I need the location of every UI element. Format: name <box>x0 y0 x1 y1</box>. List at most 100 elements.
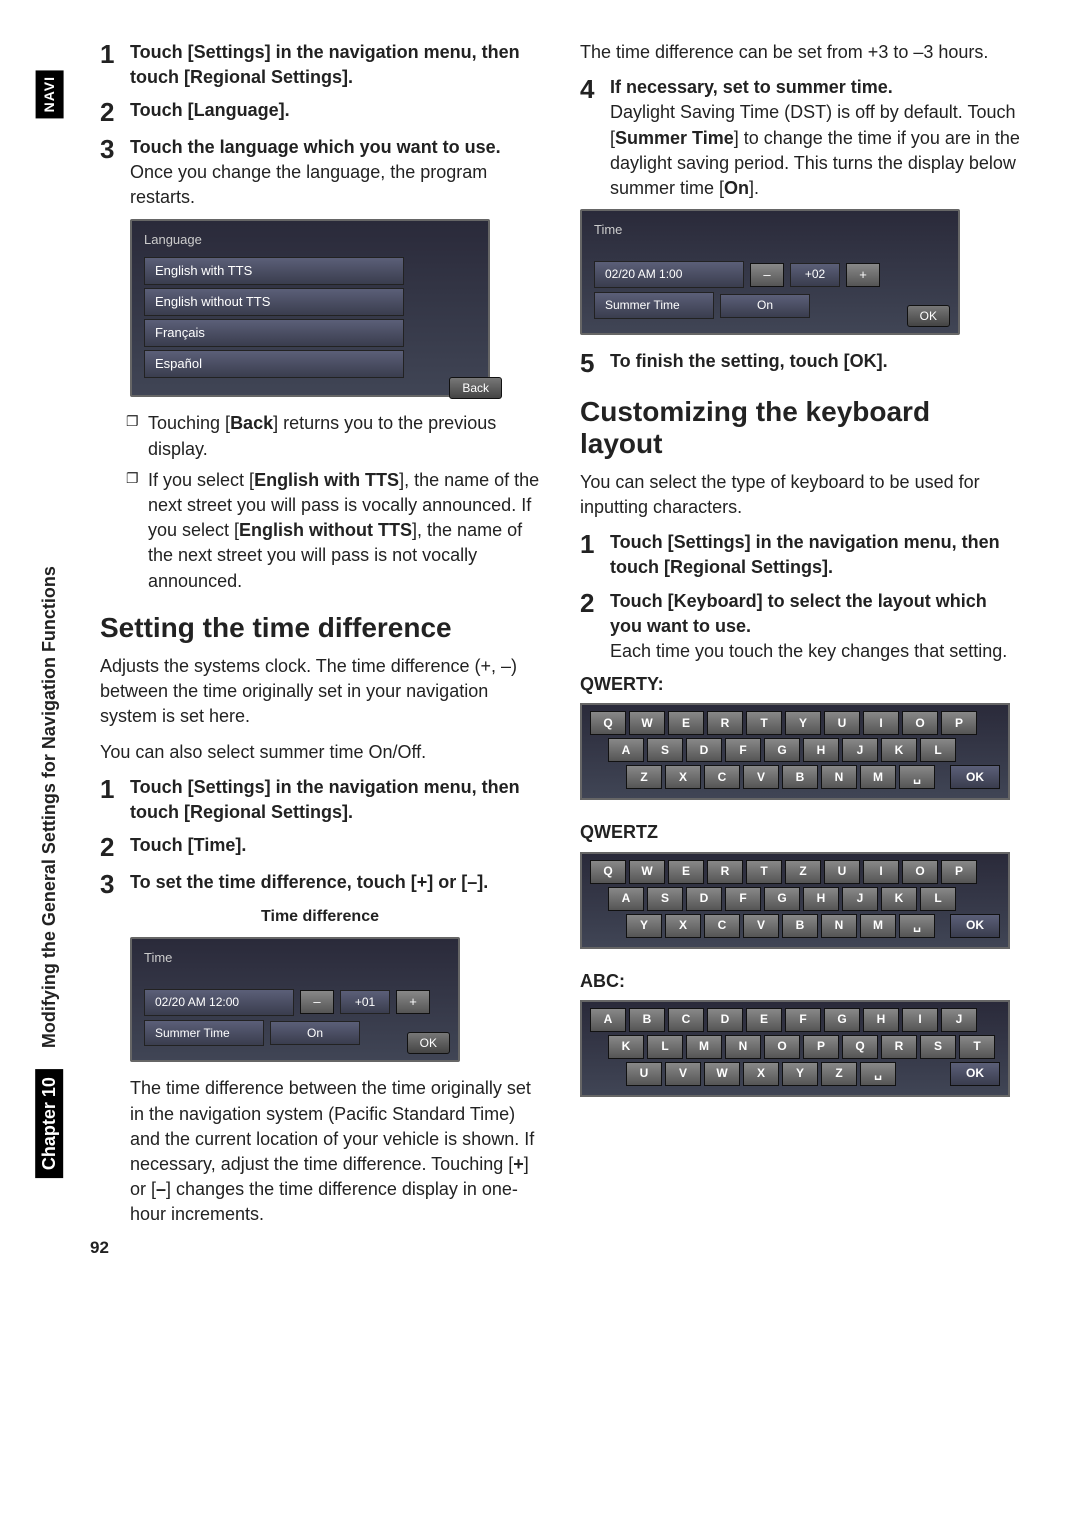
keyboard-key[interactable]: S <box>647 738 683 762</box>
minus-button[interactable]: – <box>750 263 784 287</box>
keyboard-key[interactable]: D <box>707 1008 743 1032</box>
keyboard-key[interactable]: E <box>668 860 704 884</box>
keyboard-key[interactable]: F <box>725 738 761 762</box>
keyboard-key[interactable]: J <box>842 887 878 911</box>
keyboard-key[interactable]: L <box>647 1035 683 1059</box>
keyboard-key[interactable]: R <box>707 711 743 735</box>
lang-option[interactable]: English without TTS <box>144 288 404 316</box>
keyboard-key[interactable]: E <box>746 1008 782 1032</box>
keyboard-key[interactable]: B <box>782 914 818 938</box>
keyboard-key[interactable]: F <box>725 887 761 911</box>
keyboard-ok-button[interactable]: OK <box>950 914 1000 938</box>
keyboard-key[interactable]: Q <box>590 711 626 735</box>
keyboard-key[interactable]: ␣ <box>860 1062 896 1086</box>
plus-button[interactable]: + <box>846 263 880 287</box>
keyboard-key[interactable]: M <box>860 914 896 938</box>
keyboard-key[interactable]: Z <box>626 765 662 789</box>
keyboard-key[interactable]: R <box>881 1035 917 1059</box>
keyboard-key[interactable]: D <box>686 738 722 762</box>
lang-option[interactable]: Français <box>144 319 404 347</box>
step-desc: Daylight Saving Time (DST) is off by def… <box>610 100 1020 201</box>
keyboard-key[interactable]: C <box>704 914 740 938</box>
keyboard-key[interactable]: I <box>863 860 899 884</box>
keyboard-key[interactable]: K <box>608 1035 644 1059</box>
keyboard-key[interactable]: S <box>920 1035 956 1059</box>
keyboard-key[interactable]: G <box>764 887 800 911</box>
keyboard-key[interactable]: X <box>665 765 701 789</box>
keyboard-key[interactable]: I <box>902 1008 938 1032</box>
keyboard-key[interactable]: U <box>626 1062 662 1086</box>
keyboard-key[interactable]: C <box>668 1008 704 1032</box>
keyboard-key[interactable]: N <box>821 765 857 789</box>
keyboard-key[interactable]: H <box>803 738 839 762</box>
keyboard-key[interactable]: A <box>590 1008 626 1032</box>
keyboard-key[interactable]: B <box>629 1008 665 1032</box>
keyboard-key[interactable]: J <box>941 1008 977 1032</box>
keyboard-key[interactable]: Y <box>626 914 662 938</box>
keyboard-key[interactable]: H <box>863 1008 899 1032</box>
keyboard-key[interactable]: P <box>941 860 977 884</box>
keyboard-key[interactable]: L <box>920 738 956 762</box>
keyboard-key[interactable]: I <box>863 711 899 735</box>
keyboard-key[interactable]: B <box>782 765 818 789</box>
keyboard-key[interactable]: G <box>764 738 800 762</box>
keyboard-key[interactable]: V <box>743 765 779 789</box>
keyboard-key[interactable]: P <box>941 711 977 735</box>
keyboard-key[interactable]: J <box>842 738 878 762</box>
keyboard-key[interactable]: T <box>746 860 782 884</box>
keyboard-key[interactable]: N <box>725 1035 761 1059</box>
keyboard-key[interactable]: U <box>824 711 860 735</box>
keyboard-key[interactable]: M <box>686 1035 722 1059</box>
keyboard-key[interactable]: O <box>902 711 938 735</box>
back-button[interactable]: Back <box>449 377 502 399</box>
keyboard-key[interactable]: S <box>647 887 683 911</box>
keyboard-key[interactable]: V <box>665 1062 701 1086</box>
keyboard-ok-button[interactable]: OK <box>950 1062 1000 1086</box>
keyboard-key[interactable]: Z <box>821 1062 857 1086</box>
keyboard-qwertz: QWERTZUIOP ASDFGHJKL YXCVBNM␣ OK <box>580 852 1010 949</box>
keyboard-key[interactable]: K <box>881 887 917 911</box>
summer-time-button[interactable]: Summer Time <box>144 1020 264 1047</box>
keyboard-key[interactable]: R <box>707 860 743 884</box>
keyboard-key[interactable]: C <box>704 765 740 789</box>
plus-button[interactable]: + <box>396 990 430 1014</box>
ok-button[interactable]: OK <box>407 1032 450 1054</box>
keyboard-key[interactable]: U <box>824 860 860 884</box>
keyboard-key[interactable]: T <box>746 711 782 735</box>
keyboard-key[interactable]: V <box>743 914 779 938</box>
keyboard-key[interactable]: L <box>920 887 956 911</box>
keyboard-key[interactable]: G <box>824 1008 860 1032</box>
keyboard-key[interactable]: O <box>764 1035 800 1059</box>
minus-button[interactable]: – <box>300 990 334 1014</box>
keyboard-key[interactable]: O <box>902 860 938 884</box>
keyboard-key[interactable]: H <box>803 887 839 911</box>
keyboard-key[interactable]: W <box>629 711 665 735</box>
keyboard-key[interactable]: Y <box>782 1062 818 1086</box>
lang-option[interactable]: English with TTS <box>144 257 404 285</box>
keyboard-key[interactable]: K <box>881 738 917 762</box>
keyboard-key[interactable]: X <box>743 1062 779 1086</box>
keyboard-key[interactable]: D <box>686 887 722 911</box>
keyboard-key[interactable]: Q <box>590 860 626 884</box>
keyboard-key[interactable]: W <box>704 1062 740 1086</box>
summer-time-button[interactable]: Summer Time <box>594 292 714 319</box>
keyboard-key[interactable]: X <box>665 914 701 938</box>
ok-button[interactable]: OK <box>907 305 950 327</box>
keyboard-key[interactable]: E <box>668 711 704 735</box>
keyboard-key[interactable]: Y <box>785 711 821 735</box>
keyboard-key[interactable]: T <box>959 1035 995 1059</box>
keyboard-ok-button[interactable]: OK <box>950 765 1000 789</box>
keyboard-key[interactable]: F <box>785 1008 821 1032</box>
keyboard-key[interactable]: N <box>821 914 857 938</box>
keyboard-key[interactable]: ␣ <box>899 765 935 789</box>
clock-display: 02/20 AM 1:00 <box>594 261 744 288</box>
keyboard-key[interactable]: W <box>629 860 665 884</box>
keyboard-key[interactable]: Q <box>842 1035 878 1059</box>
keyboard-key[interactable]: M <box>860 765 896 789</box>
lang-option[interactable]: Español <box>144 350 404 378</box>
keyboard-key[interactable]: A <box>608 887 644 911</box>
keyboard-key[interactable]: ␣ <box>899 914 935 938</box>
keyboard-key[interactable]: Z <box>785 860 821 884</box>
keyboard-key[interactable]: A <box>608 738 644 762</box>
keyboard-key[interactable]: P <box>803 1035 839 1059</box>
